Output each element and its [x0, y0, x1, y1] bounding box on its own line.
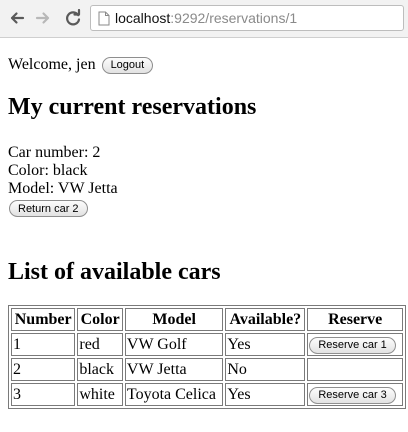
reserve-car-1-button[interactable]: Reserve car 1 — [309, 336, 396, 354]
cell-color: black — [77, 358, 123, 381]
forward-arrow-icon — [35, 12, 50, 24]
cell-reserve — [307, 358, 403, 381]
reload-icon — [66, 9, 81, 26]
cell-available: No — [225, 358, 306, 381]
cell-number: 1 — [11, 333, 76, 356]
column-header-color: Color — [77, 308, 123, 331]
table-row: 1 red VW Golf Yes Reserve car 1 — [11, 333, 403, 356]
column-header-model: Model — [124, 308, 224, 331]
current-car-color: Color: black — [8, 162, 88, 179]
cell-number: 2 — [11, 358, 76, 381]
forward-button[interactable] — [32, 7, 54, 29]
url-host: localhost — [115, 10, 171, 26]
current-car-model: Model: VW Jetta — [8, 180, 118, 197]
column-header-available: Available? — [225, 308, 306, 331]
table-header-row: Number Color Model Available? Reserve — [11, 308, 403, 331]
return-car-button[interactable]: Return car 2 — [9, 200, 88, 217]
back-button[interactable] — [6, 7, 28, 29]
page-icon — [93, 6, 115, 30]
cell-available: Yes — [225, 383, 306, 406]
current-reservations-heading: My current reservations — [8, 94, 257, 120]
available-cars-heading: List of available cars — [8, 259, 221, 285]
table-row: 2 black VW Jetta No — [11, 358, 403, 381]
cell-available: Yes — [225, 333, 306, 356]
table-row: 3 white Toyota Celica Yes Reserve car 3 — [11, 383, 403, 406]
logout-button[interactable]: Logout — [101, 56, 154, 74]
browser-toolbar: localhost:9292/reservations/1 — [0, 0, 408, 38]
column-header-reserve: Reserve — [307, 308, 403, 331]
cars-table: Number Color Model Available? Reserve 1 … — [8, 305, 406, 409]
reserve-car-3-button[interactable]: Reserve car 3 — [309, 386, 396, 404]
reload-button[interactable] — [62, 7, 84, 29]
cell-model: VW Jetta — [124, 358, 224, 381]
cell-reserve: Reserve car 3 — [307, 383, 403, 406]
cell-reserve: Reserve car 1 — [307, 333, 403, 356]
current-car-number: Car number: 2 — [8, 144, 101, 161]
cell-model: VW Golf — [124, 333, 224, 356]
welcome-row: Welcome, jen Logout — [8, 55, 154, 75]
address-bar[interactable]: localhost:9292/reservations/1 — [90, 5, 404, 31]
cell-number: 3 — [11, 383, 76, 406]
cell-model: Toyota Celica — [124, 383, 224, 406]
welcome-text: Welcome, jen — [8, 56, 96, 73]
column-header-number: Number — [11, 308, 76, 331]
url-path: :9292/reservations/1 — [170, 10, 298, 26]
cell-color: red — [77, 333, 123, 356]
back-arrow-icon — [10, 12, 25, 24]
cell-color: white — [77, 383, 123, 406]
